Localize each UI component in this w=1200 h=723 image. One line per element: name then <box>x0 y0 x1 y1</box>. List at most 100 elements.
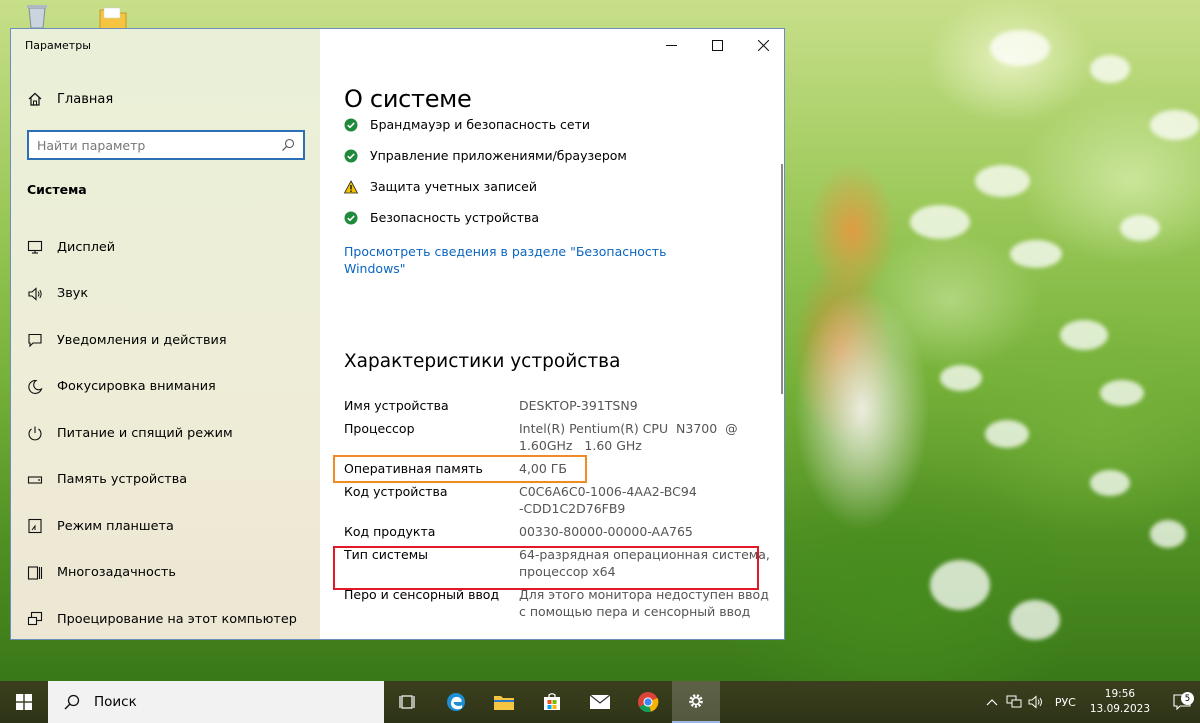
spec-label: Код продукта <box>344 524 436 539</box>
sidebar-item-label: Режим планшета <box>57 518 174 534</box>
spec-row-device-id: Код устройства C0C6A6C0-1006-4AA2-BC94-C… <box>344 483 774 517</box>
sidebar-item-sound[interactable]: Звук <box>11 271 320 318</box>
bokeh <box>985 420 1029 448</box>
taskbar-search-placeholder: Поиск <box>94 694 137 710</box>
sidebar-item-label: Память устройства <box>57 472 188 488</box>
bokeh <box>1150 110 1200 140</box>
ok-check-icon <box>344 118 358 131</box>
home-icon <box>28 92 42 106</box>
security-item: Безопасность устройства <box>344 202 627 233</box>
scrollbar[interactable] <box>781 164 783 394</box>
security-item-label: Брандмауэр и безопасность сети <box>370 117 591 132</box>
security-item-label: Безопасность устройства <box>370 210 540 225</box>
sidebar-item-multitasking[interactable]: Многозадачность <box>11 550 320 597</box>
speaker-icon <box>1028 695 1042 709</box>
sidebar-item-label: Уведомления и действия <box>57 332 227 348</box>
taskbar-search-box[interactable]: Поиск <box>48 681 384 723</box>
action-center-button[interactable]: 5 <box>1164 692 1200 710</box>
window-controls <box>648 29 784 61</box>
sidebar-item-storage[interactable]: Память устройства <box>11 457 320 504</box>
sidebar-item-label: Питание и спящий режим <box>57 425 233 441</box>
sidebar-item-power[interactable]: Питание и спящий режим <box>11 410 320 457</box>
nav-home-label: Главная <box>57 91 114 107</box>
maximize-button[interactable] <box>694 29 740 61</box>
recycle-bin-icon[interactable] <box>22 2 52 30</box>
close-icon <box>757 39 769 51</box>
taskbar: Поиск РУС 19:56 13.09.2023 5 <box>0 681 1200 723</box>
spec-value: 00330-80000-00000-AA765 <box>519 524 693 539</box>
network-icon <box>1006 695 1022 708</box>
file-explorer-button[interactable] <box>480 681 528 723</box>
sidebar-item-tablet-mode[interactable]: Режим планшета <box>11 503 320 550</box>
windows-security-link[interactable]: Просмотреть сведения в разделе "Безопасн… <box>344 243 674 277</box>
chrome-button[interactable] <box>624 681 672 723</box>
windows-logo-icon <box>16 694 32 710</box>
clock[interactable]: 19:56 13.09.2023 <box>1084 687 1164 717</box>
sidebar-item-label: Проецирование на этот компьютер <box>57 611 297 627</box>
minimize-icon <box>665 44 677 46</box>
search-icon <box>64 694 80 710</box>
mail-button[interactable] <box>576 681 624 723</box>
task-view-icon <box>399 695 415 709</box>
window-title: Параметры <box>25 39 91 52</box>
projection-icon <box>27 612 43 626</box>
page-title: О системе <box>344 85 472 113</box>
monitor-icon <box>27 241 43 254</box>
security-item-label: Защита учетных записей <box>370 179 537 194</box>
security-status-list: Брандмауэр и безопасность сети Управлени… <box>344 117 627 233</box>
sidebar-item-notifications[interactable]: Уведомления и действия <box>11 317 320 364</box>
spec-row-device-name: Имя устройства DESKTOP-391TSN9 <box>344 397 774 414</box>
ok-check-icon <box>344 149 358 162</box>
bokeh <box>1090 55 1130 83</box>
spec-label: Имя устройства <box>344 398 449 413</box>
start-button[interactable] <box>0 681 48 723</box>
notification-count-badge: 5 <box>1181 692 1194 705</box>
bokeh <box>1090 470 1130 496</box>
sidebar-item-projection[interactable]: Проецирование на этот компьютер <box>11 596 320 639</box>
spec-row-product-id: Код продукта 00330-80000-00000-AA765 <box>344 523 774 540</box>
device-specs-table: Имя устройства DESKTOP-391TSN9 Процессор… <box>344 397 774 626</box>
edge-button[interactable] <box>432 681 480 723</box>
folder-icon <box>494 696 514 710</box>
spec-value: Для этого монитора недоступен ввод с пом… <box>519 587 769 619</box>
spec-value: C0C6A6C0-1006-4AA2-BC94-CDD1C2D76FB9 <box>519 484 697 516</box>
close-button[interactable] <box>740 29 784 61</box>
clover-flower <box>1010 600 1060 640</box>
gear-icon <box>689 694 703 708</box>
settings-taskbar-button[interactable] <box>672 681 720 723</box>
search-icon[interactable] <box>281 138 295 152</box>
security-item-label: Управление приложениями/браузером <box>370 148 627 163</box>
settings-search-input[interactable] <box>37 137 281 153</box>
show-hidden-icons-button[interactable] <box>981 698 1003 706</box>
notification-icon <box>28 334 42 348</box>
sidebar-nav-list: Дисплей Звук Уведомления и действия Фоку… <box>11 224 320 639</box>
volume-button[interactable] <box>1025 695 1047 709</box>
settings-search-box[interactable] <box>27 130 305 160</box>
security-item: Защита учетных записей <box>344 171 627 202</box>
task-view-button[interactable] <box>384 681 432 723</box>
sidebar-section-title: Система <box>27 182 87 197</box>
sidebar-item-focus-assist[interactable]: Фокусировка внимания <box>11 364 320 411</box>
bokeh <box>990 30 1050 66</box>
security-item: Брандмауэр и безопасность сети <box>344 117 627 140</box>
bokeh <box>1100 380 1144 406</box>
language-indicator[interactable]: РУС <box>1047 696 1084 709</box>
chrome-icon <box>638 692 659 713</box>
edge-icon <box>447 693 465 711</box>
moon-icon <box>28 379 43 394</box>
nav-home[interactable]: Главная <box>27 91 113 107</box>
sidebar-item-display[interactable]: Дисплей <box>11 224 320 271</box>
spec-row-pen-touch: Перо и сенсорный ввод Для этого монитора… <box>344 586 774 620</box>
system-tray: РУС 19:56 13.09.2023 5 <box>981 681 1200 723</box>
store-button[interactable] <box>528 681 576 723</box>
sidebar-item-label: Фокусировка внимания <box>57 379 216 395</box>
sidebar-item-label: Звук <box>57 286 89 302</box>
minimize-button[interactable] <box>648 29 694 61</box>
network-button[interactable] <box>1003 695 1025 709</box>
sidebar-item-label: Дисплей <box>57 239 116 255</box>
security-item: Управление приложениями/браузером <box>344 140 627 171</box>
maximize-icon <box>711 39 723 51</box>
sidebar: Параметры Главная Система <box>11 29 320 639</box>
bokeh <box>910 205 970 239</box>
speaker-icon <box>28 287 42 301</box>
